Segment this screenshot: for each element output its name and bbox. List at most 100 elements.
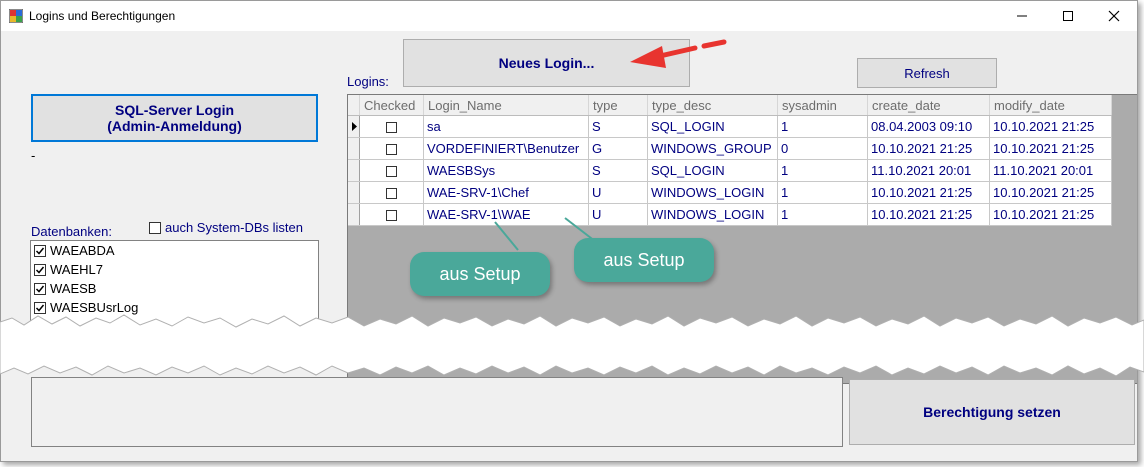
databases-list[interactable]: WAEABDA WAEHL7 WAESB WAESBUsrLog [30, 240, 319, 335]
column-header[interactable]: create_date [867, 95, 990, 116]
login-name-cell[interactable]: WAE-SRV-1\WAE [423, 203, 589, 226]
system-dbs-checkbox-box[interactable] [149, 221, 161, 234]
modify-date-cell[interactable]: 10.10.2021 21:25 [989, 115, 1112, 138]
refresh-label: Refresh [904, 65, 950, 81]
close-icon [1108, 10, 1120, 22]
create-date-cell[interactable]: 11.10.2021 20:01 [867, 159, 990, 182]
sysadmin-cell[interactable]: 1 [777, 115, 868, 138]
table-row[interactable]: sa S SQL_LOGIN 1 08.04.2003 09:10 10.10.… [348, 115, 1112, 138]
db-checkbox[interactable] [34, 244, 46, 257]
create-date-cell[interactable]: 10.10.2021 21:25 [867, 203, 990, 226]
logins-label: Logins: [347, 74, 389, 89]
callout-text: aus Setup [603, 249, 685, 270]
type-cell[interactable]: U [588, 203, 648, 226]
column-header[interactable]: sysadmin [777, 95, 868, 116]
row-selector[interactable] [348, 181, 360, 204]
type-desc-cell[interactable]: WINDOWS_LOGIN [647, 203, 778, 226]
table-row[interactable]: VORDEFINIERT\Benutzer G WINDOWS_GROUP 0 … [348, 137, 1112, 160]
sysadmin-cell[interactable]: 0 [777, 137, 868, 160]
row-selector[interactable] [348, 115, 360, 138]
callout-aus-setup-2: aus Setup [574, 238, 714, 282]
db-checkbox[interactable] [34, 263, 46, 276]
db-name: WAESBUsrLog [50, 300, 139, 315]
checked-cell[interactable] [359, 115, 424, 138]
login-name-cell[interactable]: sa [423, 115, 589, 138]
row-checkbox[interactable] [386, 210, 397, 222]
db-name: WAEABDA [50, 243, 115, 258]
db-checkbox[interactable] [34, 301, 46, 314]
modify-date-cell[interactable]: 10.10.2021 21:25 [989, 137, 1112, 160]
new-login-button[interactable]: Neues Login... [403, 39, 690, 87]
checkmark-icon [35, 304, 45, 312]
maximize-button[interactable] [1045, 1, 1091, 31]
sysadmin-cell[interactable]: 1 [777, 181, 868, 204]
current-row-icon [351, 122, 357, 131]
modify-date-cell[interactable]: 10.10.2021 21:25 [989, 203, 1112, 226]
type-cell[interactable]: G [588, 137, 648, 160]
refresh-button[interactable]: Refresh [857, 58, 997, 88]
table-header-row: Checked Login_Name type type_desc sysadm… [348, 95, 1112, 116]
checked-cell[interactable] [359, 137, 424, 160]
set-permission-label: Berechtigung setzen [923, 404, 1061, 420]
create-date-cell[interactable]: 10.10.2021 21:25 [867, 181, 990, 204]
title-bar: Logins und Berechtigungen [1, 1, 1137, 31]
checkmark-icon [35, 247, 45, 255]
modify-date-cell[interactable]: 10.10.2021 21:25 [989, 181, 1112, 204]
db-name: WAESB [50, 281, 97, 296]
row-checkbox[interactable] [386, 188, 397, 200]
table-row[interactable]: WAE-SRV-1\Chef U WINDOWS_LOGIN 1 10.10.2… [348, 181, 1112, 204]
sysadmin-cell[interactable]: 1 [777, 203, 868, 226]
table-row[interactable]: WAE-SRV-1\WAE U WINDOWS_LOGIN 1 10.10.20… [348, 203, 1112, 226]
db-name: WAEHL7 [50, 262, 103, 277]
login-name-cell[interactable]: VORDEFINIERT\Benutzer [423, 137, 589, 160]
sql-server-login-button[interactable]: SQL-Server Login (Admin-Anmeldung) [31, 94, 318, 142]
maximize-icon [1063, 11, 1073, 21]
row-selector[interactable] [348, 203, 360, 226]
logins-grid[interactable]: Checked Login_Name type type_desc sysadm… [347, 94, 1137, 384]
sysadmin-cell[interactable]: 1 [777, 159, 868, 182]
main-window: Logins und Berechtigungen SQL-Server Log… [0, 0, 1138, 462]
column-header[interactable]: Login_Name [423, 95, 589, 116]
type-desc-cell[interactable]: WINDOWS_GROUP [647, 137, 778, 160]
databases-label: Datenbanken: [31, 224, 112, 239]
row-checkbox[interactable] [386, 122, 397, 134]
create-date-cell[interactable]: 08.04.2003 09:10 [867, 115, 990, 138]
row-checkbox[interactable] [386, 144, 397, 156]
create-date-cell[interactable]: 10.10.2021 21:25 [867, 137, 990, 160]
list-item[interactable]: WAESB [31, 279, 318, 298]
list-item[interactable]: WAEABDA [31, 241, 318, 260]
list-item[interactable]: WAEHL7 [31, 260, 318, 279]
set-permission-button[interactable]: Berechtigung setzen [849, 379, 1135, 445]
type-desc-cell[interactable]: SQL_LOGIN [647, 115, 778, 138]
type-cell[interactable]: U [588, 181, 648, 204]
minimize-button[interactable] [999, 1, 1045, 31]
column-header[interactable]: modify_date [989, 95, 1112, 116]
type-desc-cell[interactable]: WINDOWS_LOGIN [647, 181, 778, 204]
checked-cell[interactable] [359, 159, 424, 182]
db-checkbox[interactable] [34, 282, 46, 295]
column-header[interactable]: type_desc [647, 95, 778, 116]
close-button[interactable] [1091, 1, 1137, 31]
row-checkbox[interactable] [386, 166, 397, 178]
status-textbox[interactable] [31, 377, 843, 447]
system-dbs-label: auch System-DBs listen [165, 220, 303, 235]
system-dbs-checkbox[interactable]: auch System-DBs listen [149, 220, 303, 235]
window-title: Logins und Berechtigungen [29, 9, 176, 23]
new-login-label: Neues Login... [498, 55, 595, 71]
type-cell[interactable]: S [588, 115, 648, 138]
column-header[interactable]: type [588, 95, 648, 116]
row-selector[interactable] [348, 159, 360, 182]
login-name-cell[interactable]: WAE-SRV-1\Chef [423, 181, 589, 204]
login-name-cell[interactable]: WAESBSys [423, 159, 589, 182]
type-cell[interactable]: S [588, 159, 648, 182]
list-item[interactable]: WAESBUsrLog [31, 298, 318, 317]
column-header[interactable]: Checked [359, 95, 424, 116]
type-desc-cell[interactable]: SQL_LOGIN [647, 159, 778, 182]
modify-date-cell[interactable]: 11.10.2021 20:01 [989, 159, 1112, 182]
sql-login-line1: SQL-Server Login [114, 102, 235, 118]
table-row[interactable]: WAESBSys S SQL_LOGIN 1 11.10.2021 20:01 … [348, 159, 1112, 182]
row-selector[interactable] [348, 137, 360, 160]
checked-cell[interactable] [359, 181, 424, 204]
checked-cell[interactable] [359, 203, 424, 226]
checkmark-icon [35, 266, 45, 274]
